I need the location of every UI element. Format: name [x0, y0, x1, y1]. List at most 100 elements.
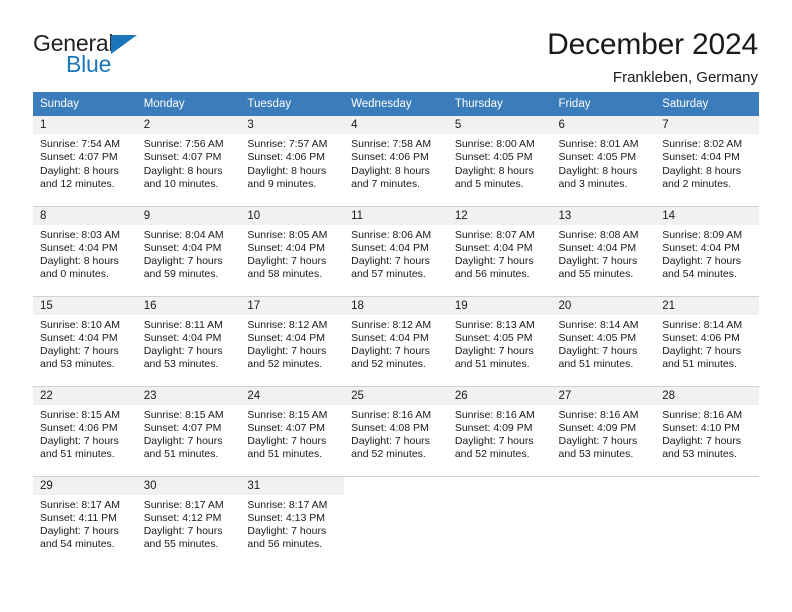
day-sun-info: Sunrise: 8:01 AM Sunset: 4:05 PM Daylight:…	[552, 134, 656, 191]
day-info-sunrise: Sunrise: 8:12 AM	[351, 318, 432, 331]
calendar-day-cell[interactable]: 2 Sunrise: 7:56 AM Sunset: 4:07 PM Daylight…	[136, 116, 241, 206]
day-info-sunrise: Sunrise: 7:54 AM	[40, 138, 120, 150]
weekday-header-sunday: Sunday	[33, 92, 137, 116]
day-info-sunrise: Sunrise: 8:14 AM	[558, 318, 639, 331]
calendar-day-cell[interactable]: 7 Sunrise: 8:02 AM Sunset: 4:04 PM Daylight…	[655, 116, 759, 206]
day-cell-content: 8 Sunrise: 8:03 AM Sunset: 4:04 PM Daylight…	[33, 206, 137, 296]
logo-text-blue: Blue	[66, 51, 112, 77]
day-info-sunrise: Sunrise: 8:05 AM	[247, 228, 328, 241]
day-info-sunrise: Sunrise: 7:56 AM	[143, 138, 224, 150]
day-cell-content: 7 Sunrise: 8:02 AM Sunset: 4:04 PM Daylight…	[655, 116, 759, 206]
calendar-day-cell[interactable]: 24 Sunrise: 8:15 AM Sunset: 4:07 PM Dayligh…	[240, 385, 345, 476]
day-info-sunset: Sunset: 4:04 PM	[40, 331, 118, 344]
day-sun-info: Sunrise: 8:16 AM Sunset: 4:08 PM Daylight:…	[344, 405, 448, 462]
calendar-day-cell[interactable]: 22 Sunrise: 8:15 AM Sunset: 4:06 PM Dayligh…	[33, 385, 137, 476]
day-info-daylight-line1: Daylight: 7 hours	[662, 255, 742, 268]
day-info-sunset: Sunset: 4:11 PM	[40, 511, 117, 524]
day-cell-content: 15 Sunrise: 8:10 AM Sunset: 4:04 PM Dayligh…	[33, 296, 137, 386]
calendar-day-cell[interactable]: 21 Sunrise: 8:14 AM Sunset: 4:06 PM Dayligh…	[655, 295, 759, 386]
day-info-daylight-line1: Daylight: 8 hours	[143, 164, 223, 177]
day-info-sunrise: Sunrise: 8:15 AM	[143, 408, 224, 421]
day-sun-info: Sunrise: 8:12 AM Sunset: 4:04 PM Daylight:…	[344, 315, 448, 372]
day-info-daylight-line1: Daylight: 7 hours	[143, 255, 223, 268]
calendar-day-cell	[447, 475, 552, 566]
calendar-day-cell[interactable]: 5 Sunrise: 8:00 AM Sunset: 4:05 PM Daylight…	[447, 116, 552, 206]
day-sun-info: Sunrise: 8:17 AM Sunset: 4:13 PM Daylight:…	[240, 495, 344, 552]
calendar-day-cell[interactable]: 17 Sunrise: 8:12 AM Sunset: 4:04 PM Dayligh…	[240, 295, 345, 386]
calendar-day-cell[interactable]: 4 Sunrise: 7:58 AM Sunset: 4:06 PM Daylight…	[344, 116, 448, 206]
day-info-daylight-line1: Daylight: 7 hours	[247, 435, 327, 448]
calendar-day-cell[interactable]: 15 Sunrise: 8:10 AM Sunset: 4:04 PM Dayligh…	[33, 295, 137, 386]
calendar-day-cell[interactable]: 25 Sunrise: 8:16 AM Sunset: 4:08 PM Dayligh…	[344, 385, 448, 476]
generalblue-logo[interactable]: General Blue	[33, 28, 153, 76]
calendar-day-cell[interactable]: 18 Sunrise: 8:12 AM Sunset: 4:04 PM Dayligh…	[344, 295, 448, 386]
day-number: 27	[551, 386, 656, 405]
calendar-day-cell[interactable]: 8 Sunrise: 8:03 AM Sunset: 4:04 PM Daylight…	[33, 205, 137, 296]
calendar-day-cell[interactable]: 16 Sunrise: 8:11 AM Sunset: 4:04 PM Dayligh…	[136, 295, 241, 386]
calendar-day-cell[interactable]: 14 Sunrise: 8:09 AM Sunset: 4:04 PM Dayligh…	[655, 205, 759, 296]
weekday-header-tuesday: Tuesday	[240, 92, 345, 116]
calendar-table: Sunday Monday Tuesday Wednesday Thursday…	[33, 92, 759, 566]
day-number: 1	[33, 116, 137, 134]
calendar-day-cell[interactable]: 30 Sunrise: 8:17 AM Sunset: 4:12 PM Dayligh…	[136, 475, 241, 566]
calendar-day-cell[interactable]: 11 Sunrise: 8:06 AM Sunset: 4:04 PM Dayligh…	[344, 205, 448, 296]
day-info-daylight-line2: and 51 minutes.	[662, 358, 737, 371]
calendar-day-cell[interactable]: 6 Sunrise: 8:01 AM Sunset: 4:05 PM Daylight…	[551, 116, 656, 206]
day-cell-content: 27 Sunrise: 8:16 AM Sunset: 4:09 PM Dayligh…	[551, 386, 656, 476]
day-info-sunrise: Sunrise: 8:02 AM	[662, 138, 743, 150]
day-cell-content: 28 Sunrise: 8:16 AM Sunset: 4:10 PM Dayligh…	[655, 386, 759, 476]
day-cell-content: 11 Sunrise: 8:06 AM Sunset: 4:04 PM Dayligh…	[344, 206, 448, 296]
calendar-day-cell[interactable]: 9 Sunrise: 8:04 AM Sunset: 4:04 PM Daylight…	[136, 205, 241, 296]
calendar-day-cell[interactable]: 26 Sunrise: 8:16 AM Sunset: 4:09 PM Dayligh…	[447, 385, 552, 476]
calendar-day-cell[interactable]: 19 Sunrise: 8:13 AM Sunset: 4:05 PM Dayligh…	[447, 295, 552, 386]
day-info-daylight-line1: Daylight: 7 hours	[143, 525, 223, 538]
day-cell-content: 21 Sunrise: 8:14 AM Sunset: 4:06 PM Dayligh…	[655, 296, 759, 386]
day-info-sunset: Sunset: 4:07 PM	[247, 421, 326, 434]
calendar-week-row: 1 Sunrise: 7:54 AM Sunset: 4:07 PM Daylight…	[33, 116, 759, 206]
day-number: 19	[447, 296, 552, 315]
day-number	[655, 477, 759, 495]
day-info-sunrise: Sunrise: 8:11 AM	[143, 318, 223, 331]
page-subtitle: Frankleben, Germany	[612, 69, 758, 86]
calendar-day-cell[interactable]: 28 Sunrise: 8:16 AM Sunset: 4:10 PM Dayligh…	[655, 385, 759, 476]
day-sun-info: Sunrise: 8:03 AM Sunset: 4:04 PM Daylight:…	[33, 225, 137, 282]
day-sun-info: Sunrise: 8:09 AM Sunset: 4:04 PM Daylight:…	[655, 225, 759, 282]
calendar-day-cell[interactable]: 13 Sunrise: 8:08 AM Sunset: 4:04 PM Dayligh…	[551, 205, 656, 296]
calendar-day-cell[interactable]: 3 Sunrise: 7:57 AM Sunset: 4:06 PM Daylight…	[240, 116, 345, 206]
calendar-day-cell[interactable]: 20 Sunrise: 8:14 AM Sunset: 4:05 PM Dayligh…	[551, 295, 656, 386]
day-cell-content: 22 Sunrise: 8:15 AM Sunset: 4:06 PM Dayligh…	[33, 386, 137, 476]
day-info-daylight-line2: and 52 minutes.	[351, 358, 426, 371]
day-sun-info: Sunrise: 7:54 AM Sunset: 4:07 PM Daylight:…	[33, 134, 137, 191]
day-info-daylight-line2: and 12 minutes.	[40, 177, 115, 190]
day-info-sunrise: Sunrise: 8:10 AM	[40, 318, 120, 331]
day-number: 15	[33, 296, 137, 315]
day-info-sunset: Sunset: 4:13 PM	[247, 511, 326, 524]
calendar-day-cell[interactable]: 27 Sunrise: 8:16 AM Sunset: 4:09 PM Dayligh…	[551, 385, 656, 476]
day-info-sunset: Sunset: 4:05 PM	[454, 151, 533, 164]
day-info-sunset: Sunset: 4:09 PM	[454, 421, 533, 434]
day-number: 10	[240, 206, 345, 225]
day-sun-info: Sunrise: 8:00 AM Sunset: 4:05 PM Daylight:…	[448, 134, 552, 191]
calendar-day-cell[interactable]: 12 Sunrise: 8:07 AM Sunset: 4:04 PM Dayligh…	[447, 205, 552, 296]
calendar-day-cell[interactable]: 23 Sunrise: 8:15 AM Sunset: 4:07 PM Dayligh…	[136, 385, 241, 476]
day-info-sunset: Sunset: 4:07 PM	[143, 421, 222, 434]
day-info-daylight-line1: Daylight: 7 hours	[662, 435, 742, 448]
day-info-sunset: Sunset: 4:05 PM	[558, 331, 637, 344]
day-info-sunrise: Sunrise: 8:15 AM	[247, 408, 328, 421]
day-cell-content	[344, 477, 448, 567]
day-sun-info: Sunrise: 8:17 AM Sunset: 4:12 PM Daylight:…	[137, 495, 241, 552]
day-cell-content	[655, 477, 759, 567]
day-number: 13	[551, 206, 656, 225]
calendar-day-cell[interactable]: 29 Sunrise: 8:17 AM Sunset: 4:11 PM Dayligh…	[33, 475, 137, 567]
day-info-sunset: Sunset: 4:07 PM	[40, 151, 118, 164]
calendar-day-cell[interactable]: 10 Sunrise: 8:05 AM Sunset: 4:04 PM Dayligh…	[240, 205, 345, 296]
calendar-day-cell[interactable]: 1 Sunrise: 7:54 AM Sunset: 4:07 PM Daylight…	[33, 116, 137, 206]
day-number	[344, 477, 448, 495]
calendar-day-cell[interactable]: 31 Sunrise: 8:17 AM Sunset: 4:13 PM Dayligh…	[240, 475, 345, 566]
day-sun-info	[344, 495, 448, 499]
day-info-daylight-line2: and 58 minutes.	[247, 268, 323, 281]
day-info-sunrise: Sunrise: 8:07 AM	[454, 228, 535, 241]
day-info-sunrise: Sunrise: 7:58 AM	[351, 138, 432, 150]
day-cell-content: 29 Sunrise: 8:17 AM Sunset: 4:11 PM Dayligh…	[33, 476, 137, 567]
triangle-icon	[111, 35, 138, 54]
